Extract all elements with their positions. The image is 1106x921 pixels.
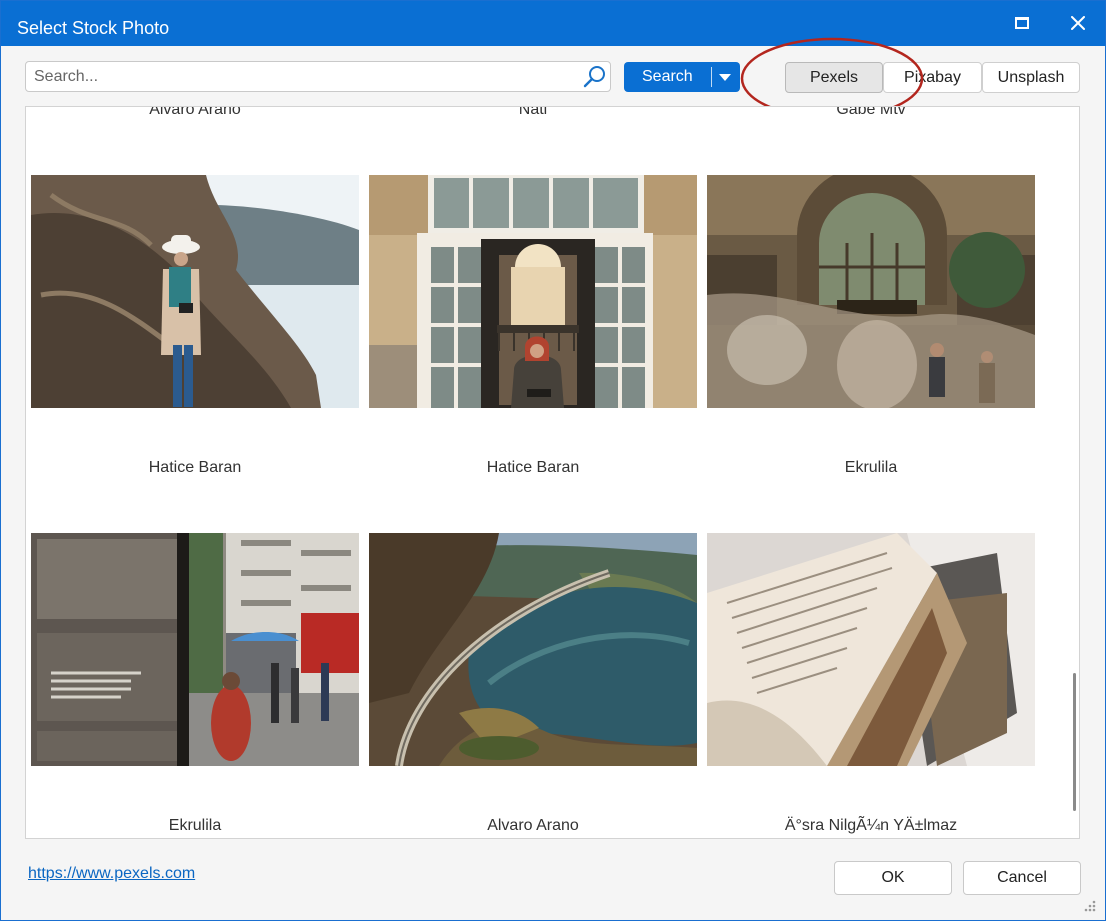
photo-author: Alvaro Arano [149, 106, 241, 118]
photo-author: Ä°sra NilgÃ¼n YÄ±lmaz [784, 817, 958, 834]
search-field[interactable] [25, 61, 611, 92]
close-button[interactable] [1063, 9, 1093, 37]
photo-gallery[interactable]: Alvaro Arano Nati Gabe Mtv Hatice Baran … [25, 106, 1080, 839]
photo-author: Ekrulila [844, 459, 898, 476]
photo-author: Ekrulila [168, 817, 222, 834]
source-pexels-button[interactable]: Pexels [785, 62, 883, 93]
photo-author: Hatice Baran [486, 459, 580, 476]
photo-thumbnail[interactable] [369, 533, 697, 766]
search-button-divider [711, 67, 712, 87]
search-input[interactable] [34, 66, 574, 88]
photo-thumbnail[interactable] [31, 533, 359, 766]
source-unsplash-button[interactable]: Unsplash [982, 62, 1080, 93]
source-pixabay-button[interactable]: Pixabay [883, 62, 982, 93]
search-button[interactable]: Search [624, 62, 740, 92]
photo-thumbnail[interactable] [707, 175, 1035, 408]
photo-thumbnail[interactable] [707, 533, 1035, 766]
maximize-button[interactable] [1007, 9, 1037, 37]
dialog-window: Select Stock Photo Search Pexels Pixabay… [0, 0, 1106, 921]
photo-author: Gabe Mtv [836, 106, 906, 118]
search-button-label: Search [642, 68, 693, 85]
photo-author: Alvaro Arano [487, 817, 579, 834]
gallery-scrollbar[interactable] [1073, 673, 1076, 811]
photo-thumbnail[interactable] [31, 175, 359, 408]
photo-author: Nati [518, 106, 548, 118]
cancel-button[interactable]: Cancel [963, 861, 1081, 895]
photo-author: Hatice Baran [148, 459, 242, 476]
title-bar[interactable]: Select Stock Photo [1, 1, 1105, 46]
search-icon[interactable] [582, 64, 608, 90]
dialog-title: Select Stock Photo [17, 18, 170, 38]
ok-button[interactable]: OK [834, 861, 952, 895]
pexels-link[interactable]: https://www.pexels.com [28, 865, 195, 883]
close-icon [1071, 16, 1085, 30]
resize-grip-icon[interactable] [1081, 897, 1097, 913]
caret-down-icon[interactable] [716, 71, 734, 83]
photo-thumbnail[interactable] [369, 175, 697, 408]
maximize-icon [1015, 17, 1029, 29]
